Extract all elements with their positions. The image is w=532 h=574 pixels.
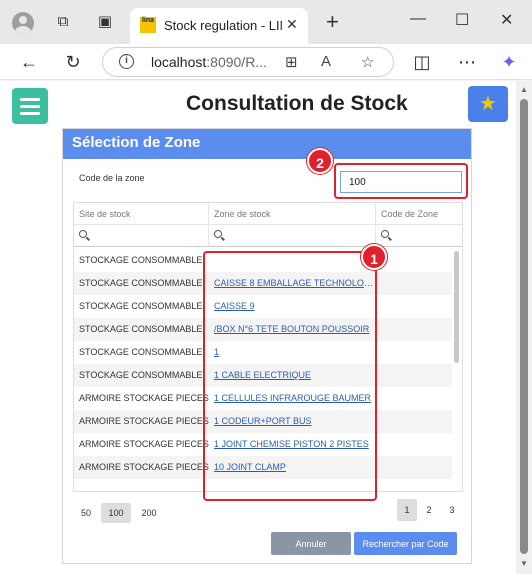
window-close-icon[interactable]: ✕ <box>500 10 513 30</box>
cell-code <box>376 249 452 272</box>
more-options-icon[interactable]: ⋯ <box>456 51 478 73</box>
cell-site: ARMOIRE STOCKAGE PIECES <box>79 393 209 403</box>
workspaces-icon[interactable]: ⧉ <box>54 13 72 31</box>
cell-code <box>376 295 452 318</box>
cell-site: ARMOIRE STOCKAGE PIECES <box>79 416 209 426</box>
cell-code <box>376 272 452 295</box>
cell-site: STOCKAGE CONSOMMABLE <box>79 324 203 334</box>
page-title: Consultation de Stock <box>186 92 408 115</box>
tab-title: Stock regulation - LINA <box>164 18 282 33</box>
filter-site[interactable] <box>74 225 209 247</box>
scroll-thumb[interactable] <box>520 99 528 554</box>
annotation-box-1 <box>203 251 377 501</box>
back-arrow-icon[interactable]: ← <box>18 51 40 73</box>
column-header-zone[interactable]: Zone de stock <box>209 203 376 225</box>
scroll-down-icon[interactable]: ▼ <box>520 559 528 568</box>
column-header-site[interactable]: Site de stock <box>74 203 209 225</box>
cell-code <box>376 410 452 433</box>
copilot-icon[interactable]: ✦ <box>498 51 520 73</box>
browser-tab[interactable]: lina Stock regulation - LINA ✕ <box>130 8 308 44</box>
cell-code <box>376 341 452 364</box>
column-header-code[interactable]: Code de Zone <box>376 203 462 225</box>
page-size-200[interactable]: 200 <box>137 503 161 523</box>
lina-favicon-icon: lina <box>140 17 156 33</box>
cancel-button[interactable]: Annuler <box>271 532 351 555</box>
cell-site: STOCKAGE CONSOMMABLE <box>79 347 203 357</box>
annotation-badge-2: 2 <box>307 148 333 174</box>
code-zone-label: Code de la zone <box>79 173 145 183</box>
page-number-1[interactable]: 1 <box>397 499 417 521</box>
reload-icon[interactable]: ↻ <box>62 51 84 73</box>
tab-close-icon[interactable]: ✕ <box>286 16 298 33</box>
scroll-up-icon[interactable]: ▲ <box>520 85 528 94</box>
hamburger-menu-button[interactable] <box>12 88 48 124</box>
grid-scrollbar-thumb[interactable] <box>454 251 459 363</box>
minimize-icon[interactable]: — <box>410 10 426 28</box>
cell-site: STOCKAGE CONSOMMABLE <box>79 370 203 380</box>
cell-site: STOCKAGE CONSOMMABLE <box>79 301 203 311</box>
search-icon <box>79 230 87 238</box>
cell-code <box>376 456 452 479</box>
panel-header: Sélection de Zone <box>63 129 471 159</box>
cell-code <box>376 433 452 456</box>
annotation-badge-1: 1 <box>361 244 387 270</box>
address-bar[interactable]: i localhost:8090/R... ⊞ A ☆ <box>102 47 394 77</box>
cell-code <box>376 364 452 387</box>
maximize-icon[interactable]: ☐ <box>455 10 469 30</box>
read-aloud-icon[interactable]: A <box>321 53 331 70</box>
search-by-code-button[interactable]: Rechercher par Code <box>354 532 457 555</box>
page-scrollbar[interactable]: ▲ ▼ <box>516 81 532 574</box>
filter-zone[interactable] <box>209 225 376 247</box>
split-screen-icon[interactable]: ◫ <box>411 51 433 73</box>
search-icon <box>381 230 389 238</box>
browser-titlebar: ⧉ ▣ lina Stock regulation - LINA ✕ + — ☐… <box>0 0 532 44</box>
page-size-100[interactable]: 100 <box>101 503 131 523</box>
annotation-box-2 <box>334 163 468 199</box>
tab-actions-icon[interactable]: ▣ <box>96 13 114 31</box>
page-size-50[interactable]: 50 <box>77 503 95 523</box>
cell-code <box>376 318 452 341</box>
site-info-icon[interactable]: i <box>119 54 134 69</box>
cell-site: ARMOIRE STOCKAGE PIECES <box>79 439 209 449</box>
app-available-icon[interactable]: ⊞ <box>285 53 298 71</box>
cell-code <box>376 387 452 410</box>
cell-site: ARMOIRE STOCKAGE PIECES <box>79 462 209 472</box>
profile-avatar-icon[interactable] <box>12 12 34 34</box>
new-tab-icon[interactable]: + <box>326 9 339 35</box>
cell-site: STOCKAGE CONSOMMABLE <box>79 278 203 288</box>
search-icon <box>214 230 222 238</box>
favorite-star-icon[interactable]: ☆ <box>361 53 374 71</box>
page-number-2[interactable]: 2 <box>419 499 439 521</box>
filter-code[interactable] <box>376 225 462 247</box>
favorite-star-button[interactable]: ★ <box>468 86 508 122</box>
page-number-3[interactable]: 3 <box>442 499 462 521</box>
browser-navbar: ← ↻ i localhost:8090/R... ⊞ A ☆ ◫ ⋯ ✦ <box>0 44 532 80</box>
url-text: localhost:8090/R... <box>151 54 267 70</box>
cell-site: STOCKAGE CONSOMMABLE <box>79 255 203 265</box>
